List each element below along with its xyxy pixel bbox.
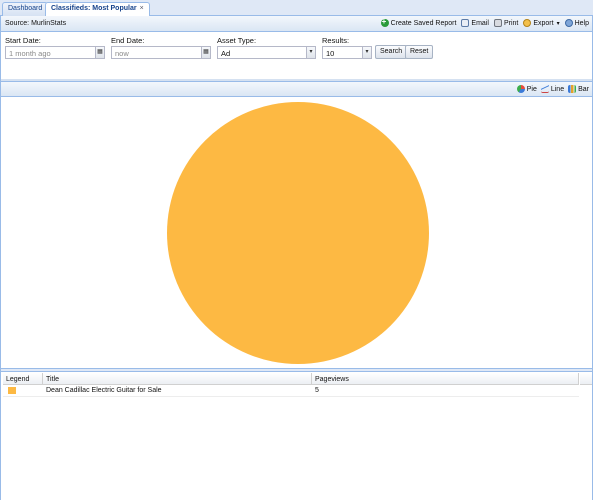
report-toolbar: Source: MurlinStats Create Saved Report … (1, 16, 592, 32)
print-button[interactable]: Print (493, 19, 519, 27)
report-panel: Source: MurlinStats Create Saved Report … (0, 16, 593, 500)
splitter[interactable] (1, 368, 592, 372)
close-icon[interactable]: × (140, 5, 144, 12)
help-icon (564, 19, 573, 27)
print-label: Print (503, 19, 519, 27)
reset-button[interactable]: Reset (405, 45, 434, 59)
chart-toolbar: Pie Line Bar (1, 81, 592, 97)
grid-header: Legend Title Pageviews (3, 373, 579, 385)
results-label: Results: (322, 36, 350, 45)
email-label: Email (471, 19, 489, 27)
end-date-input[interactable]: now (111, 46, 202, 59)
tab-dashboard[interactable]: Dashboard (2, 2, 49, 16)
asset-type-label: Asset Type: (217, 36, 257, 45)
help-button[interactable]: Help (564, 19, 589, 27)
line-label: Line (550, 85, 565, 93)
column-header-title[interactable]: Title (43, 373, 312, 384)
legend-cell (3, 385, 43, 396)
export-label: Export (533, 19, 554, 27)
help-label: Help (574, 19, 589, 27)
export-button[interactable]: Export ▾ (523, 19, 560, 27)
calendar-icon[interactable]: ▦ (201, 46, 211, 59)
pie-chart-icon (516, 85, 525, 93)
line-chart-icon (540, 85, 549, 93)
results-grid: Legend Title Pageviews Dean Cadillac Ele… (3, 373, 579, 397)
asset-type-select[interactable]: Ad (217, 46, 307, 59)
bar-chart-button[interactable]: Bar (568, 85, 589, 93)
search-button[interactable]: Search (375, 45, 408, 59)
pie-label: Pie (526, 85, 537, 93)
email-button[interactable]: Email (461, 19, 489, 27)
start-date-label: Start Date: (5, 36, 41, 45)
pie-chart-button[interactable]: Pie (516, 85, 537, 93)
line-chart-button[interactable]: Line (540, 85, 565, 93)
table-row[interactable]: Dean Cadillac Electric Guitar for Sale 5 (3, 385, 579, 397)
pie-chart (167, 102, 429, 364)
legend-swatch (8, 387, 16, 394)
end-date-label: End Date: (111, 36, 145, 45)
chevron-down-icon: ▾ (556, 20, 560, 27)
title-cell: Dean Cadillac Electric Guitar for Sale (46, 387, 162, 394)
source-label: Source: MurlinStats (5, 20, 67, 27)
results-select[interactable]: 10 (322, 46, 363, 59)
column-header-legend[interactable]: Legend (3, 373, 43, 384)
create-saved-report-button[interactable]: Create Saved Report (380, 17, 457, 27)
chevron-down-icon[interactable]: ▾ (306, 46, 316, 59)
chart-area (1, 98, 592, 368)
pageviews-cell: 5 (315, 387, 319, 394)
calendar-icon[interactable]: ▦ (95, 46, 105, 59)
create-saved-report-label: Create Saved Report (390, 19, 457, 27)
tab-bar: Dashboard Classifieds: Most Popular × (0, 0, 593, 17)
add-icon (380, 17, 389, 27)
filter-form: Start Date: 1 month ago ▦ End Date: now … (1, 33, 592, 79)
grid-header-filler (580, 373, 592, 385)
print-icon (493, 19, 502, 27)
column-header-pageviews[interactable]: Pageviews (312, 373, 579, 384)
tab-classifieds-most-popular[interactable]: Classifieds: Most Popular × (45, 2, 150, 17)
bar-chart-icon (568, 85, 577, 93)
email-icon (461, 19, 470, 27)
pie-slice[interactable] (167, 102, 429, 364)
chevron-down-icon[interactable]: ▾ (362, 46, 372, 59)
export-icon (523, 19, 532, 27)
tab-dashboard-label: Dashboard (8, 5, 43, 12)
tab-classifieds-label: Classifieds: Most Popular (51, 5, 137, 12)
bar-label: Bar (578, 85, 589, 93)
start-date-input[interactable]: 1 month ago (5, 46, 96, 59)
